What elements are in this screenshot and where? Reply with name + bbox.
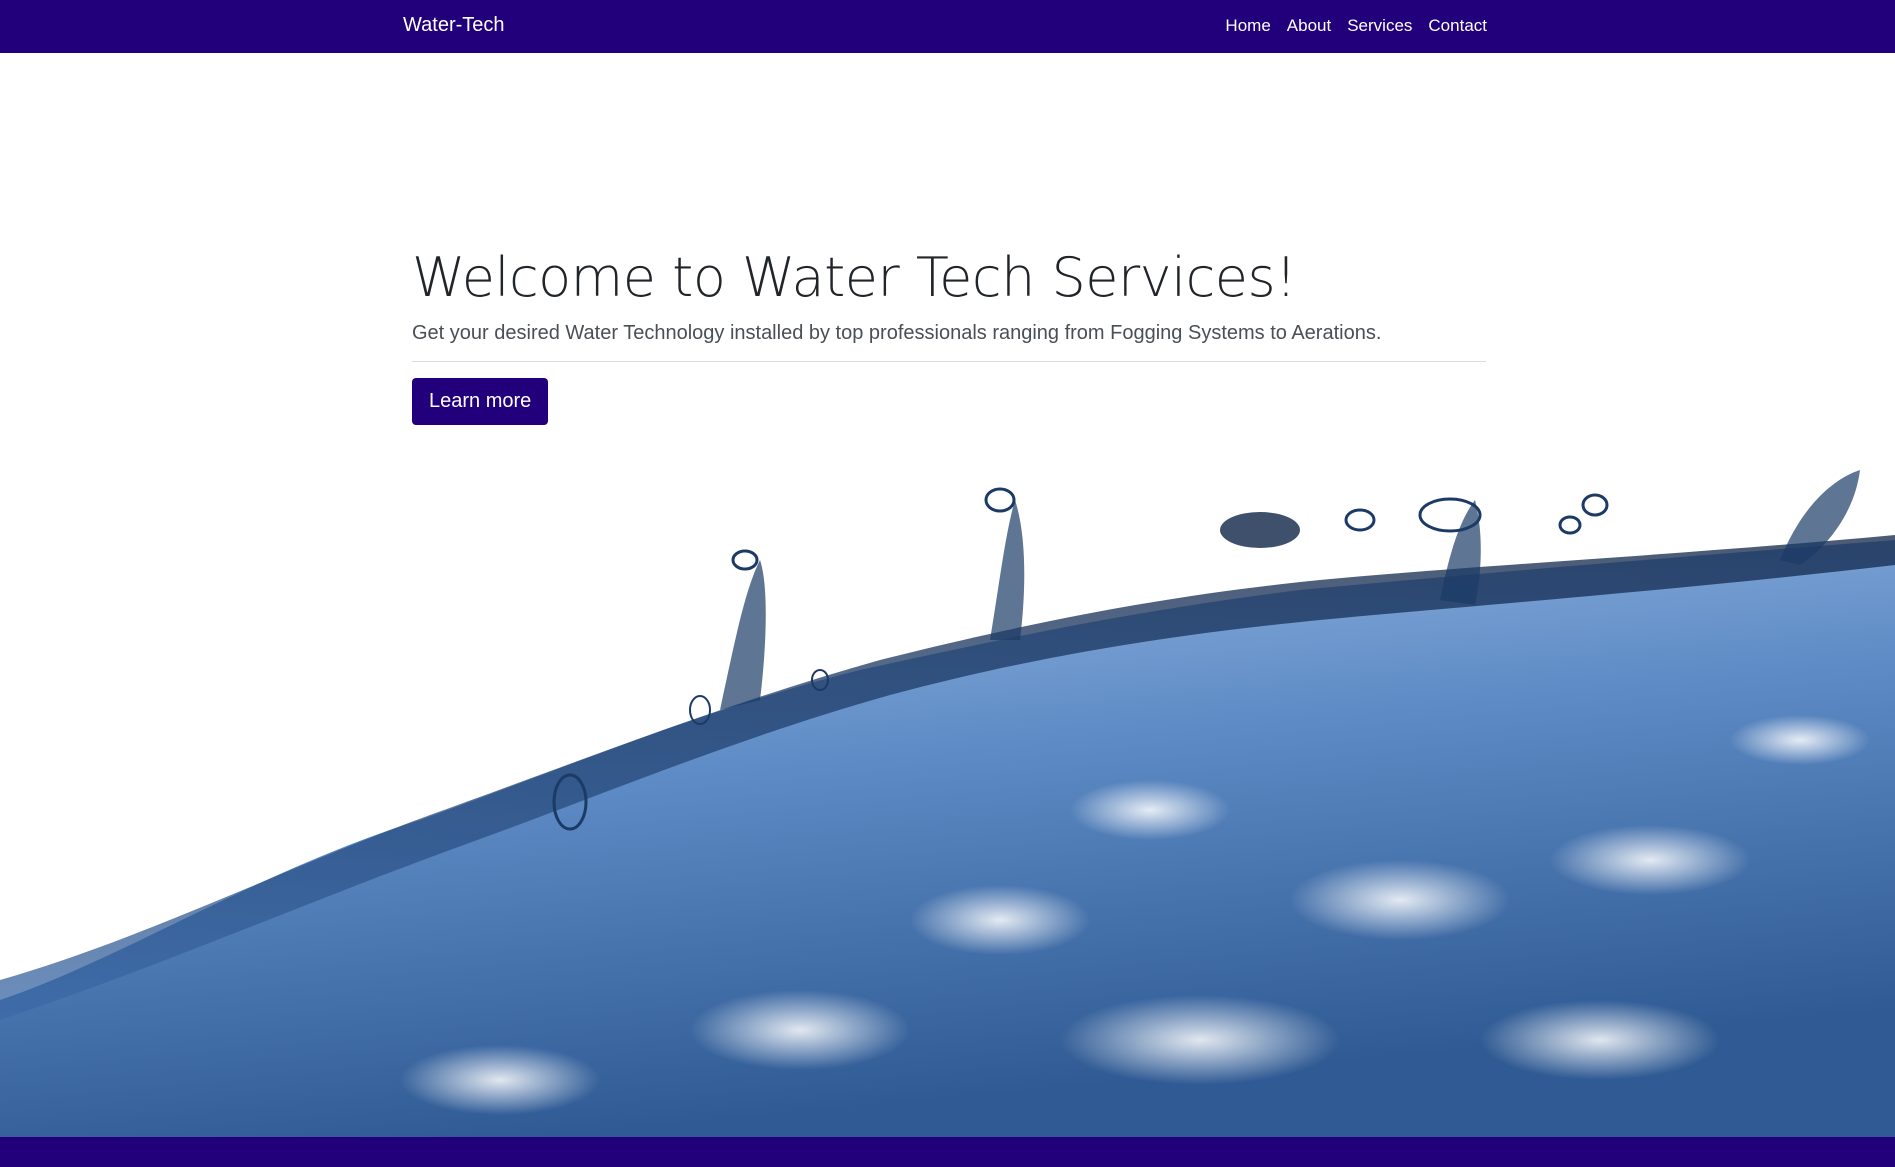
nav-links: Home About Services Contact [1225, 16, 1487, 36]
hero-subtitle: Get your desired Water Technology instal… [412, 322, 1382, 344]
nav-link-home[interactable]: Home [1225, 16, 1270, 36]
hero-jumbotron: Welcome to Water Tech Services! Get your… [412, 242, 1486, 425]
top-navbar: Water-Tech Home About Services Contact [0, 0, 1895, 53]
hero-title: Welcome to Water Tech Services! [412, 246, 1297, 309]
water-splash-image [0, 440, 1895, 1137]
learn-more-button[interactable]: Learn more [412, 378, 549, 425]
footer-bar [0, 1137, 1895, 1167]
nav-link-about[interactable]: About [1287, 16, 1331, 36]
nav-link-services[interactable]: Services [1347, 16, 1412, 36]
brand-logo-link[interactable]: Water-Tech [403, 14, 505, 37]
nav-link-contact[interactable]: Contact [1428, 16, 1487, 36]
hero-divider [412, 361, 1486, 362]
